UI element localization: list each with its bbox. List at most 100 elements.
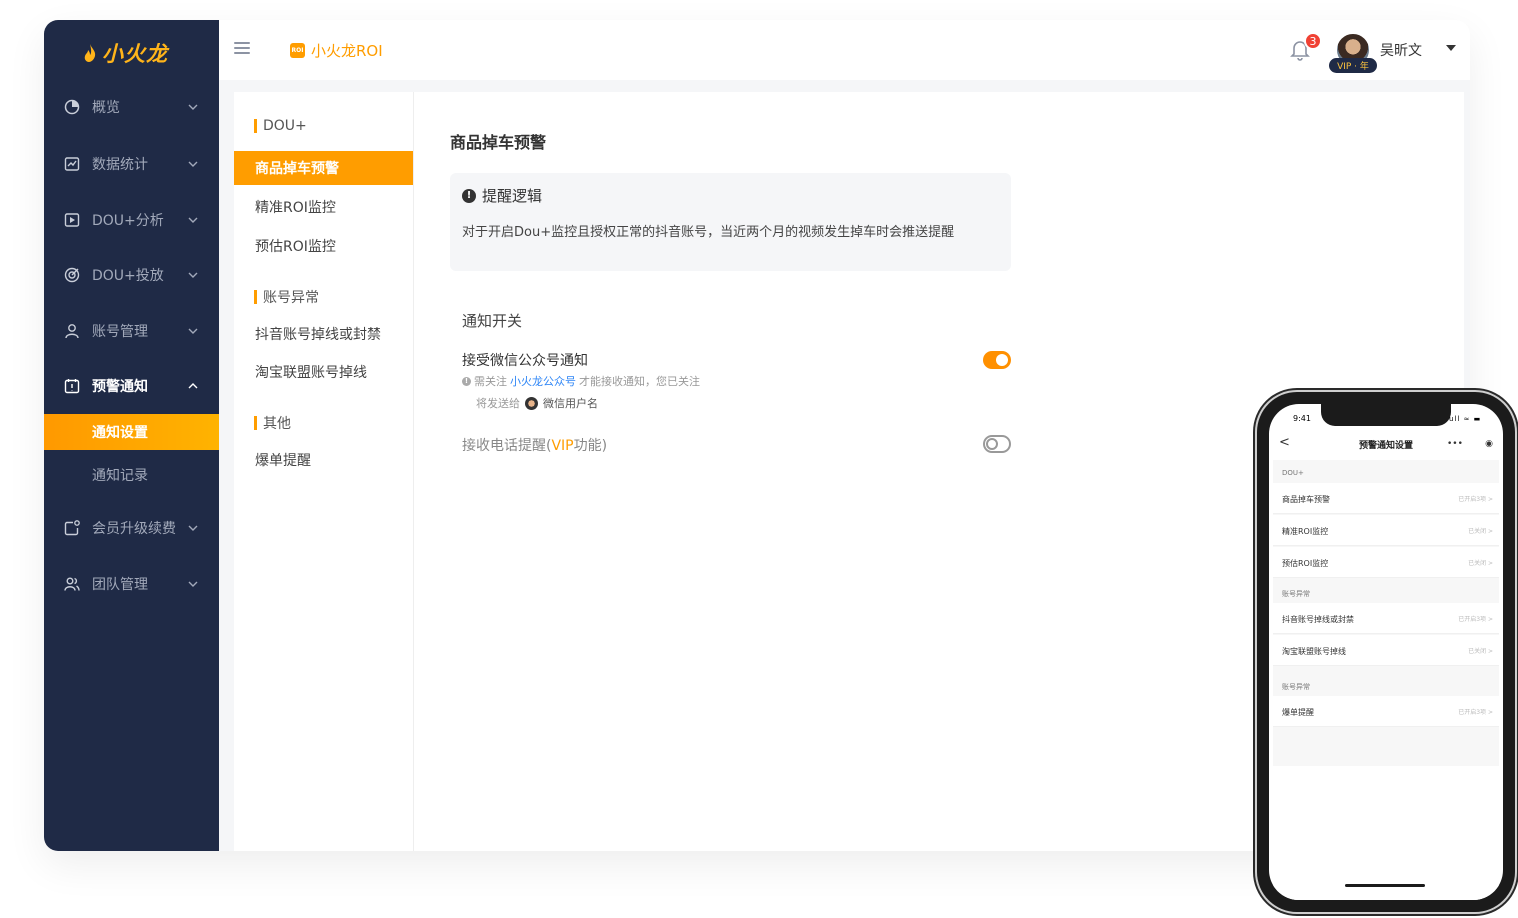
target-icon <box>64 267 80 283</box>
logo-text: 小火龙 <box>102 42 168 66</box>
calendar-alert-icon <box>64 379 80 394</box>
chevron-down-icon <box>188 328 198 334</box>
chevron-down-icon <box>188 104 198 110</box>
phone-status-icons: ull ≈ ▬ <box>1449 415 1482 423</box>
roi-badge-icon: ROI <box>290 43 305 58</box>
phone-row-status: 已开启3项 > <box>1458 616 1493 623</box>
phone-row-status: 已开启3项 > <box>1458 496 1493 503</box>
sidebar-item-label: 概览 <box>92 100 120 116</box>
subnav-group-dou: DOU+ <box>254 118 307 134</box>
sidebar-subitem-notification-records[interactable]: 通知记录 <box>44 457 219 493</box>
sidebar-item-label: 账号管理 <box>92 324 148 340</box>
phone-label-prefix: 接收电话提醒( <box>462 438 552 454</box>
phone-notch <box>1321 404 1451 426</box>
membership-icon <box>64 520 80 536</box>
sidebar-item-label: 团队管理 <box>92 577 148 593</box>
phone-row[interactable]: 爆单提醒 已开启3项 > <box>1273 696 1499 727</box>
subnav-item-product-drop-alert[interactable]: 商品掉车预警 <box>234 151 413 185</box>
phone-body: DOU+ 商品掉车预警 已开启3项 > 精准ROI监控 已关闭 > 预估ROI监控已… <box>1273 460 1499 900</box>
phone-row-status: 已关闭 > <box>1468 528 1493 535</box>
team-icon <box>64 577 80 591</box>
phone-group-label: 账号异常 <box>1282 590 1310 598</box>
phone-row-title: 精准ROI监控 <box>1282 527 1329 536</box>
phone-row[interactable]: 精准ROI监控 已关闭 > <box>1273 515 1499 546</box>
send-to-label: 将发送给 <box>476 397 520 410</box>
sidebar-item-membership[interactable]: 会员升级续费 <box>44 508 219 548</box>
wechat-notify-label: 接受微信公众号通知 <box>462 353 588 369</box>
phone-mockup: 9:41 ull ≈ ▬ < 预警通知设置 ••• ◉ DOU+ 商品掉车预警已… <box>1257 392 1515 912</box>
sidebar-item-dou-analysis[interactable]: DOU+分析 <box>44 200 219 240</box>
phone-row-status: 已关闭 > <box>1468 648 1493 655</box>
subnav-group-label: DOU+ <box>263 118 307 134</box>
phone-capsule-menu[interactable]: ••• ◉ <box>1447 436 1493 452</box>
sidebar-subitem-label: 通知记录 <box>92 468 148 484</box>
hint-prefix: 需关注 <box>474 375 507 388</box>
sidebar-item-label: 会员升级续费 <box>92 521 176 537</box>
phone-notify-label: 接收电话提醒(VIP功能) <box>462 435 607 455</box>
phone-row[interactable]: 抖音账号掉线或封禁 已开启3项 > <box>1273 603 1499 634</box>
phone-row-title: 抖音账号掉线或封禁 <box>1282 615 1354 624</box>
top-bar: ROI 小火龙ROI 3 VIP · 年 吴昕文 <box>219 20 1470 80</box>
more-icon[interactable]: ••• <box>1447 439 1463 449</box>
subnav-item-douyin-offline[interactable]: 抖音账号掉线或封禁 <box>234 317 413 351</box>
phone-row-title: 爆单提醒 <box>1282 708 1314 717</box>
sidebar-item-team-management[interactable]: 团队管理 <box>44 564 219 604</box>
caret-down-icon[interactable] <box>1446 45 1456 51</box>
phone-row[interactable]: 预估ROI监控 已关闭 > <box>1273 547 1499 578</box>
sidebar-subitem-label: 通知设置 <box>92 425 148 441</box>
phone-row-status: 已开启3项 > <box>1458 709 1493 716</box>
sidebar-item-account-management[interactable]: 账号管理 <box>44 311 219 351</box>
play-icon <box>64 213 80 227</box>
chevron-down-icon <box>188 217 198 223</box>
phone-time: 9:41 <box>1293 414 1311 423</box>
stage: 小火龙 概览 数据统计 DOU+分析 DOU+投放 账号管理 预警通知 通知设置… <box>0 0 1518 918</box>
menu-toggle-icon[interactable] <box>234 42 250 56</box>
follow-hint: ! 需关注 小火龙公众号 才能接收通知，您已关注 <box>462 373 700 389</box>
wechat-avatar <box>525 396 538 410</box>
sidebar-item-label: DOU+分析 <box>92 213 164 229</box>
phone-group-label: 账号异常 <box>1282 683 1310 691</box>
subnav-group-account: 账号异常 <box>254 287 319 307</box>
user-name[interactable]: 吴昕文 <box>1380 40 1422 60</box>
official-account-link[interactable]: 小火龙公众号 <box>510 373 576 389</box>
chevron-up-icon <box>188 383 198 389</box>
phone-row-title: 商品掉车预警 <box>1282 495 1330 504</box>
home-indicator <box>1345 884 1425 887</box>
sidebar-item-alert-notification[interactable]: 预警通知 <box>44 366 219 406</box>
phone-screen: 9:41 ull ≈ ▬ < 预警通知设置 ••• ◉ DOU+ 商品掉车预警已… <box>1269 404 1503 900</box>
sidebar-item-overview[interactable]: 概览 <box>44 87 219 127</box>
chevron-down-icon <box>188 272 198 278</box>
subnav-group-label: 账号异常 <box>263 290 319 306</box>
phone-notify-toggle[interactable] <box>983 435 1011 453</box>
phone-row-status: 已关闭 > <box>1468 560 1493 567</box>
phone-row-title: 淘宝联盟账号掉线 <box>1282 647 1346 656</box>
subnav-item-estimated-roi[interactable]: 预估ROI监控 <box>234 229 413 263</box>
info-icon: ! <box>462 376 471 386</box>
brand-name: 小火龙ROI <box>311 42 383 60</box>
phone-row-title: 预估ROI监控 <box>1282 559 1329 568</box>
app-logo[interactable]: 小火龙 <box>82 38 168 68</box>
logic-title: ! 提醒逻辑 <box>462 185 542 206</box>
subnav-group-label: 其他 <box>263 416 291 432</box>
subnav-item-hot-order[interactable]: 爆单提醒 <box>234 443 413 477</box>
sidebar-subitem-notification-settings[interactable]: 通知设置 <box>44 414 219 450</box>
chevron-down-icon <box>188 525 198 531</box>
wechat-user-name: 微信用户名 <box>543 397 598 410</box>
brand-title: ROI 小火龙ROI <box>290 40 383 61</box>
phone-group-label: DOU+ <box>1282 469 1304 477</box>
logic-description: 对于开启Dou+监控且授权正常的抖音账号，当近两个月的视频发生掉车时会推送提醒 <box>462 225 955 240</box>
line-chart-icon <box>64 157 80 171</box>
subnav-item-precise-roi[interactable]: 精准ROI监控 <box>234 190 413 224</box>
sidebar-item-label: 预警通知 <box>92 379 148 395</box>
wechat-notify-toggle[interactable] <box>983 351 1011 369</box>
close-target-icon[interactable]: ◉ <box>1485 439 1493 449</box>
sidebar-item-data-stats[interactable]: 数据统计 <box>44 144 219 184</box>
section-title: 通知开关 <box>462 312 523 330</box>
chevron-down-icon <box>188 581 198 587</box>
phone-empty-area <box>1273 766 1499 900</box>
phone-row[interactable]: 淘宝联盟账号掉线 已关闭 > <box>1273 635 1499 666</box>
subnav-item-taobao-offline[interactable]: 淘宝联盟账号掉线 <box>234 355 413 389</box>
logic-title-text: 提醒逻辑 <box>482 187 543 205</box>
sidebar-item-dou-delivery[interactable]: DOU+投放 <box>44 255 219 295</box>
phone-row[interactable]: 商品掉车预警 已开启3项 > <box>1273 483 1499 514</box>
